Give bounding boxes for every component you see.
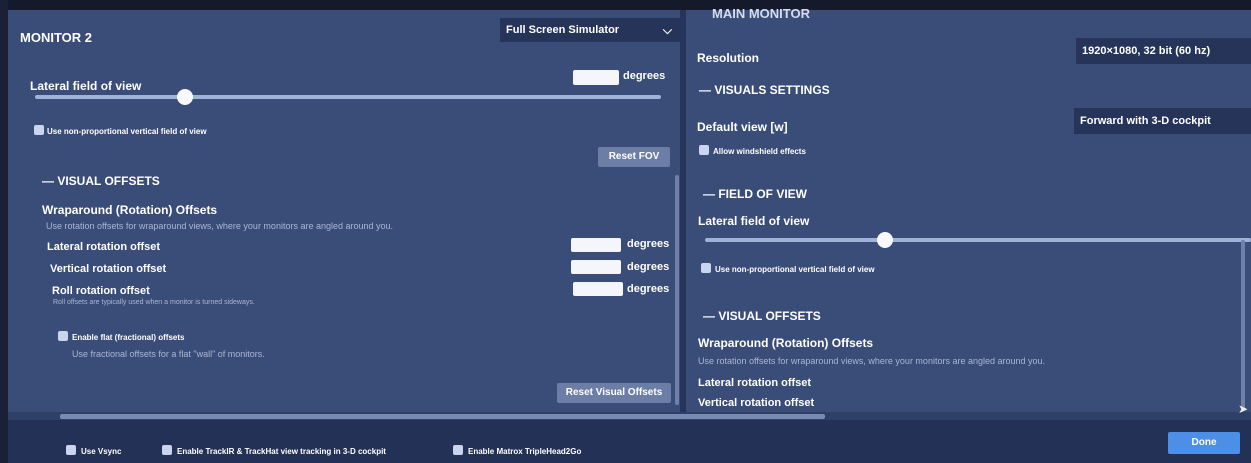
right-nonprop-fov-label: Use non-proportional vertical field of v…	[715, 265, 875, 274]
lateral-rotation-label: Lateral rotation offset	[47, 241, 161, 253]
vsync-checkbox[interactable]	[66, 445, 76, 455]
lateral-rotation-unit: degrees	[627, 238, 670, 250]
vertical-rotation-unit: degrees	[627, 261, 670, 273]
done-button[interactable]: Done	[1168, 432, 1240, 454]
flat-offsets-label: Enable flat (fractional) offsets	[72, 333, 185, 342]
lateral-rotation-input[interactable]	[571, 238, 621, 252]
default-view-label: Default view [w]	[697, 120, 788, 134]
main-monitor-panel	[686, 10, 1251, 412]
right-vertical-rotation-label: Vertical rotation offset	[698, 397, 815, 409]
roll-rotation-description: Roll offsets are typically used when a m…	[53, 299, 255, 306]
wraparound-title: Wraparound (Rotation) Offsets	[42, 203, 218, 217]
bottom-bar	[8, 420, 1251, 463]
windshield-effects-label: Allow windshield effects	[713, 147, 806, 156]
display-mode-value: Full Screen Simulator	[506, 24, 620, 36]
wraparound-description: Use rotation offsets for wraparound view…	[46, 221, 394, 231]
lateral-fov-slider-track[interactable]	[35, 95, 661, 99]
roll-rotation-unit: degrees	[627, 283, 670, 295]
right-visual-offsets-heading: — VISUAL OFFSETS	[703, 309, 821, 323]
field-of-view-heading: — FIELD OF VIEW	[703, 187, 807, 201]
roll-rotation-input[interactable]	[573, 282, 623, 296]
reset-fov-button[interactable]: Reset FOV	[598, 147, 670, 167]
roll-rotation-label: Roll rotation offset	[52, 285, 150, 297]
chevron-down-icon: ⌵	[662, 23, 672, 37]
matrox-label: Enable Matrox TripleHead2Go	[468, 447, 582, 456]
main-monitor-title: MAIN MONITOR	[712, 6, 810, 21]
right-wraparound-title: Wraparound (Rotation) Offsets	[698, 336, 874, 350]
visuals-settings-heading: — VISUALS SETTINGS	[699, 83, 830, 97]
monitor-bezel-left	[0, 0, 8, 463]
resolution-label: Resolution	[697, 51, 759, 65]
default-view-value: Forward with 3-D cockpit	[1080, 115, 1211, 127]
trackir-label: Enable TrackIR & TrackHat view tracking …	[177, 447, 386, 456]
right-wraparound-description: Use rotation offsets for wraparound view…	[698, 356, 1046, 366]
right-nonprop-fov-checkbox[interactable]	[701, 263, 711, 273]
right-lateral-fov-label: Lateral field of view	[698, 214, 810, 228]
vsync-label: Use Vsync	[81, 447, 122, 456]
horizontal-scrollbar[interactable]	[60, 414, 825, 419]
default-view-dropdown[interactable]: Forward with 3-D cockpit	[1074, 108, 1251, 134]
right-panel-scrollbar[interactable]	[1241, 240, 1245, 410]
monitor-bezel-top	[0, 0, 1251, 10]
left-panel-scrollbar[interactable]	[675, 175, 679, 405]
flat-offsets-description: Use fractional offsets for a flat "wall"…	[72, 349, 265, 359]
lateral-fov-unit: degrees	[623, 70, 666, 82]
right-lateral-rotation-label: Lateral rotation offset	[698, 377, 812, 389]
vertical-rotation-input[interactable]	[571, 260, 621, 274]
vertical-rotation-label: Vertical rotation offset	[50, 263, 167, 275]
trackir-checkbox[interactable]	[162, 445, 172, 455]
lateral-fov-input[interactable]	[573, 70, 619, 85]
windshield-effects-checkbox[interactable]	[699, 145, 709, 155]
resolution-dropdown[interactable]: 1920×1080, 32 bit (60 hz)	[1076, 38, 1251, 64]
matrox-checkbox[interactable]	[453, 445, 463, 455]
nonprop-fov-label: Use non-proportional vertical field of v…	[47, 127, 207, 136]
display-mode-dropdown[interactable]: Full Screen Simulator ⌵	[500, 18, 680, 42]
right-lateral-fov-slider-track[interactable]	[705, 238, 1251, 242]
mouse-cursor-icon: ➤	[1238, 402, 1249, 416]
reset-visual-offsets-button[interactable]: Reset Visual Offsets	[557, 383, 671, 403]
visual-offsets-heading: — VISUAL OFFSETS	[42, 174, 160, 188]
monitor-2-title: MONITOR 2	[20, 30, 92, 45]
flat-offsets-checkbox[interactable]	[58, 331, 68, 341]
resolution-value: 1920×1080, 32 bit (60 hz)	[1082, 45, 1211, 57]
nonprop-fov-checkbox[interactable]	[34, 125, 44, 135]
lateral-fov-label: Lateral field of view	[30, 79, 142, 93]
